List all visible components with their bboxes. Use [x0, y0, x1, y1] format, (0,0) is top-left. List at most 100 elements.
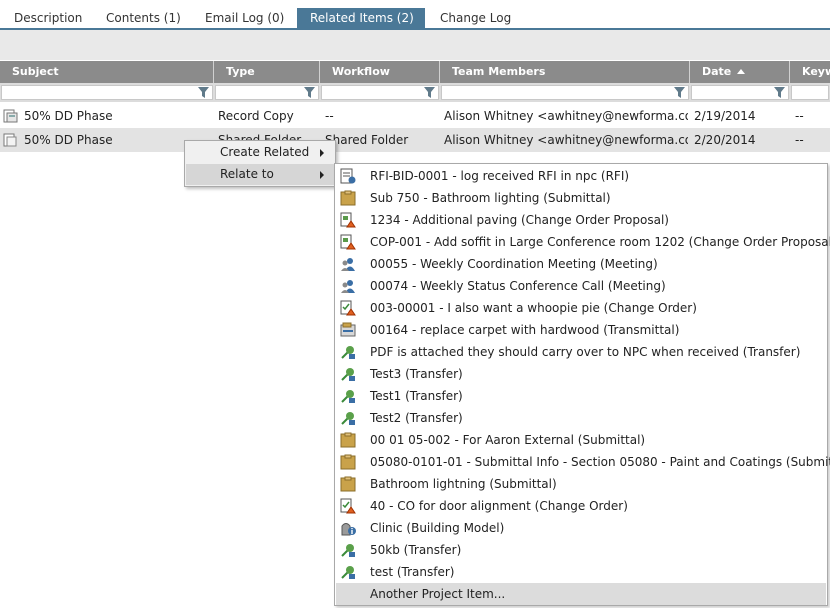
change-order-icon: [340, 300, 356, 316]
cell-keywords: --: [795, 133, 804, 147]
filter-icon[interactable]: [674, 87, 685, 98]
filter-icon[interactable]: [424, 87, 435, 98]
column-header-keywords[interactable]: Keyw: [790, 61, 830, 83]
submenu-item[interactable]: Test3 (Transfer): [336, 363, 826, 385]
transfer-icon: [341, 544, 355, 557]
tab-related-items[interactable]: Related Items (2): [297, 8, 425, 28]
submenu-item-label: PDF is attached they should carry over t…: [370, 345, 801, 359]
column-header-label: Keyw: [802, 65, 830, 78]
column-header-label: Date: [702, 65, 732, 78]
building-model-icon: [341, 523, 356, 536]
tab-contents[interactable]: Contents (1): [93, 8, 194, 28]
menu-item-label: Relate to: [220, 167, 274, 181]
submenu-item-label: RFI-BID-0001 - log received RFI in npc (…: [370, 169, 630, 183]
submenu-item-label: 00164 - replace carpet with hardwood (Tr…: [370, 323, 680, 337]
filter-input-subject[interactable]: [1, 85, 213, 100]
submenu-item-label: 003-00001 - I also want a whoopie pie (C…: [370, 301, 697, 315]
submenu-item[interactable]: 1234 - Additional paving (Change Order P…: [336, 209, 826, 231]
tab-change-log[interactable]: Change Log: [427, 8, 524, 28]
meeting-icon: [341, 258, 355, 271]
submenu-item[interactable]: COP-001 - Add soffit in Large Conference…: [336, 231, 830, 253]
change-order-proposal-icon: [340, 234, 356, 250]
submenu-item[interactable]: test (Transfer): [336, 561, 826, 583]
filter-row: [0, 83, 830, 102]
submenu-item-label: 1234 - Additional paving (Change Order P…: [370, 213, 669, 227]
menu-item-relate-to[interactable]: Relate to: [186, 164, 334, 185]
shared-folder-icon: [3, 133, 17, 147]
filter-icon[interactable]: [774, 87, 785, 98]
column-header-date[interactable]: Date: [690, 61, 790, 83]
submenu-item[interactable]: 00074 - Weekly Status Conference Call (M…: [336, 275, 826, 297]
change-order-proposal-icon: [340, 212, 356, 228]
submenu-item[interactable]: 05080-0101-01 - Submittal Info - Section…: [336, 451, 830, 473]
cell-subject: 50% DD Phase: [24, 109, 113, 123]
tab-description[interactable]: Description: [1, 8, 95, 28]
cell-team-members: Alison Whitney <awhitney@newforma.co...: [444, 109, 688, 123]
submenu-item[interactable]: RFI-BID-0001 - log received RFI in npc (…: [336, 165, 826, 187]
submenu-item[interactable]: 00164 - replace carpet with hardwood (Tr…: [336, 319, 826, 341]
filter-input-team-members[interactable]: [441, 85, 689, 100]
submenu-item-label: Clinic (Building Model): [370, 521, 505, 535]
submenu-item[interactable]: 00055 - Weekly Coordination Meeting (Mee…: [336, 253, 826, 275]
submenu-item-label: Bathroom lightning (Submittal): [370, 477, 557, 491]
column-header-workflow[interactable]: Workflow: [320, 61, 440, 83]
cell-keywords: --: [795, 109, 804, 123]
submenu-item[interactable]: Test1 (Transfer): [336, 385, 826, 407]
submenu-item-label: 50kb (Transfer): [370, 543, 462, 557]
transmittal-icon: [340, 322, 356, 337]
transfer-icon: [341, 368, 355, 381]
submittal-icon: [340, 190, 356, 206]
submenu-item-label: Test3 (Transfer): [370, 367, 463, 381]
submenu-item-label: Test2 (Transfer): [370, 411, 463, 425]
menu-item-label: Create Related: [220, 145, 310, 159]
submenu-item[interactable]: Clinic (Building Model): [336, 517, 826, 539]
submenu-item-label: Sub 750 - Bathroom lighting (Submittal): [370, 191, 611, 205]
change-order-icon: [340, 498, 356, 514]
column-header-label: Workflow: [332, 65, 390, 78]
submenu-item[interactable]: Bathroom lightning (Submittal): [336, 473, 826, 495]
grid-header: Subject Type Workflow Team Members Date …: [0, 61, 830, 83]
submenu-item-another-project-item[interactable]: Another Project Item...: [336, 583, 826, 605]
submittal-icon: [340, 476, 356, 492]
submittal-icon: [340, 432, 356, 448]
transfer-icon: [341, 412, 355, 425]
column-header-subject[interactable]: Subject: [0, 61, 214, 83]
column-header-label: Team Members: [452, 65, 546, 78]
submenu-item[interactable]: 40 - CO for door alignment (Change Order…: [336, 495, 826, 517]
menu-item-create-related[interactable]: Create Related: [186, 142, 334, 163]
toolbar-area: [0, 30, 830, 60]
submittal-icon: [340, 454, 356, 470]
submenu-item-label: Test1 (Transfer): [370, 389, 463, 403]
transfer-icon: [341, 566, 355, 579]
filter-input-workflow[interactable]: [321, 85, 439, 100]
meeting-icon: [341, 280, 355, 293]
submenu-item[interactable]: 003-00001 - I also want a whoopie pie (C…: [336, 297, 826, 319]
column-header-team-members[interactable]: Team Members: [440, 61, 690, 83]
submenu-item[interactable]: 00 01 05-002 - For Aaron External (Submi…: [336, 429, 826, 451]
submenu-arrow-icon: [320, 171, 324, 179]
cell-workflow: Shared Folder: [325, 133, 409, 147]
submenu-item-label: 00 01 05-002 - For Aaron External (Submi…: [370, 433, 646, 447]
submenu-item[interactable]: PDF is attached they should carry over t…: [336, 341, 826, 363]
filter-input-keywords[interactable]: [791, 85, 829, 100]
rfi-icon: [340, 168, 356, 184]
relate-to-submenu: RFI-BID-0001 - log received RFI in npc (…: [334, 163, 830, 606]
column-header-type[interactable]: Type: [214, 61, 320, 83]
submenu-item[interactable]: Sub 750 - Bathroom lighting (Submittal): [336, 187, 826, 209]
table-row[interactable]: 50% DD Phase Record Copy -- Alison Whitn…: [0, 104, 830, 128]
column-header-label: Type: [226, 65, 255, 78]
submenu-item[interactable]: 50kb (Transfer): [336, 539, 826, 561]
tab-email-log[interactable]: Email Log (0): [192, 8, 297, 28]
column-header-label: Subject: [12, 65, 59, 78]
context-menu: Create Related Relate to: [184, 140, 336, 187]
submenu-item-label: 00055 - Weekly Coordination Meeting (Mee…: [370, 257, 658, 271]
submenu-item[interactable]: Test2 (Transfer): [336, 407, 826, 429]
cell-type: Record Copy: [218, 109, 294, 123]
submenu-arrow-icon: [320, 149, 324, 157]
filter-icon[interactable]: [304, 87, 315, 98]
table-row[interactable]: 50% DD Phase Shared Folder Shared Folder…: [0, 128, 830, 152]
submenu-item-label: Another Project Item...: [370, 587, 506, 601]
filter-icon[interactable]: [198, 87, 209, 98]
sort-ascending-icon: [737, 69, 746, 74]
transfer-icon: [341, 390, 355, 403]
